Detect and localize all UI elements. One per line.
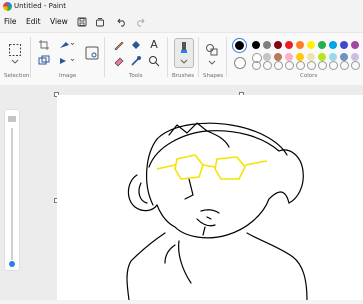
custom-color-slot[interactable]	[351, 61, 360, 70]
palette-swatch[interactable]	[263, 53, 271, 61]
palette-swatch[interactable]	[351, 53, 359, 61]
custom-color-slot[interactable]	[285, 61, 294, 70]
ribbon-separator	[104, 37, 105, 77]
brushes-chevron-down-icon	[180, 59, 188, 64]
palette-swatch[interactable]	[340, 41, 348, 49]
palette-swatch[interactable]	[307, 53, 315, 61]
title-bar: Untitled - Paint	[0, 0, 363, 14]
crop-icon[interactable]	[38, 39, 50, 51]
palette-swatch[interactable]	[274, 41, 282, 49]
tools-group-label: Tools	[129, 73, 143, 79]
brush-icon	[181, 42, 187, 53]
pencil-icon[interactable]	[113, 39, 125, 51]
paint-app-icon	[3, 2, 12, 11]
sketch-drawing	[126, 122, 308, 301]
secondary-color-button[interactable]	[234, 57, 246, 69]
palette-swatch[interactable]	[296, 53, 304, 61]
palette-swatch[interactable]	[274, 53, 282, 61]
brush-size-panel	[4, 109, 20, 271]
brushes-group-label: Brushes	[172, 73, 195, 79]
save-icon[interactable]	[77, 17, 87, 27]
custom-color-slot[interactable]	[340, 61, 349, 70]
palette-swatch[interactable]	[329, 53, 337, 61]
drawing-canvas[interactable]	[57, 95, 363, 301]
ribbon-separator	[167, 37, 168, 77]
custom-color-slot[interactable]	[329, 61, 338, 70]
window-title: Untitled - Paint	[14, 2, 66, 10]
custom-color-slot[interactable]	[252, 61, 261, 70]
fill-bucket-icon[interactable]	[130, 39, 142, 51]
flip-icon[interactable]	[58, 55, 74, 67]
primary-color-button[interactable]	[232, 38, 247, 53]
eraser-icon[interactable]	[113, 55, 125, 67]
brush-size-track	[11, 128, 13, 260]
palette-swatch[interactable]	[351, 41, 359, 49]
custom-color-slot[interactable]	[263, 61, 272, 70]
palette-swatch[interactable]	[340, 53, 348, 61]
custom-color-slot[interactable]	[307, 61, 316, 70]
shapes-icon[interactable]	[205, 43, 219, 57]
line-thickness-icon	[8, 116, 16, 122]
ribbon-separator	[198, 37, 199, 77]
ribbon-separator	[226, 37, 227, 77]
palette-swatch[interactable]	[285, 41, 293, 49]
brushes-button[interactable]	[174, 38, 194, 68]
magnifier-icon[interactable]	[148, 55, 160, 67]
menu-bar: File Edit View	[0, 14, 363, 30]
resize-icon[interactable]	[38, 55, 50, 67]
color-picker-icon[interactable]	[130, 55, 142, 67]
brush-size-slider-thumb[interactable]	[9, 261, 15, 267]
palette-swatch[interactable]	[318, 41, 326, 49]
ribbon-toolbar: Selection Image A Tools Brushes Shapes C…	[0, 32, 363, 86]
palette-swatch[interactable]	[296, 41, 304, 49]
colors-group-label: Colors	[300, 73, 318, 79]
palette-swatch[interactable]	[285, 53, 293, 61]
menu-edit[interactable]: Edit	[26, 17, 41, 26]
selection-chevron-down-icon[interactable]	[11, 59, 19, 65]
share-icon[interactable]	[95, 17, 105, 27]
selection-group-label: Selection	[4, 73, 30, 79]
custom-color-slot[interactable]	[318, 61, 327, 70]
palette-swatch[interactable]	[252, 41, 260, 49]
rotate-icon[interactable]	[58, 39, 74, 51]
palette-swatch[interactable]	[329, 41, 337, 49]
palette-swatch[interactable]	[307, 41, 315, 49]
text-tool-icon[interactable]: A	[148, 38, 160, 51]
palette-swatch[interactable]	[318, 53, 326, 61]
image-properties-icon[interactable]	[85, 46, 99, 60]
image-group-label: Image	[59, 73, 77, 79]
menu-view[interactable]: View	[50, 17, 68, 26]
ribbon-separator	[30, 37, 31, 77]
menu-file[interactable]: File	[4, 17, 17, 26]
undo-icon[interactable]	[117, 17, 127, 27]
custom-color-slot[interactable]	[296, 61, 305, 70]
primary-color-swatch	[235, 41, 244, 50]
selection-icon[interactable]	[8, 43, 22, 57]
shapes-group-label: Shapes	[203, 73, 224, 79]
palette-swatch[interactable]	[263, 41, 271, 49]
redo-icon[interactable]	[135, 17, 145, 27]
shapes-chevron-down-icon[interactable]	[208, 60, 216, 66]
custom-color-slot[interactable]	[274, 61, 283, 70]
